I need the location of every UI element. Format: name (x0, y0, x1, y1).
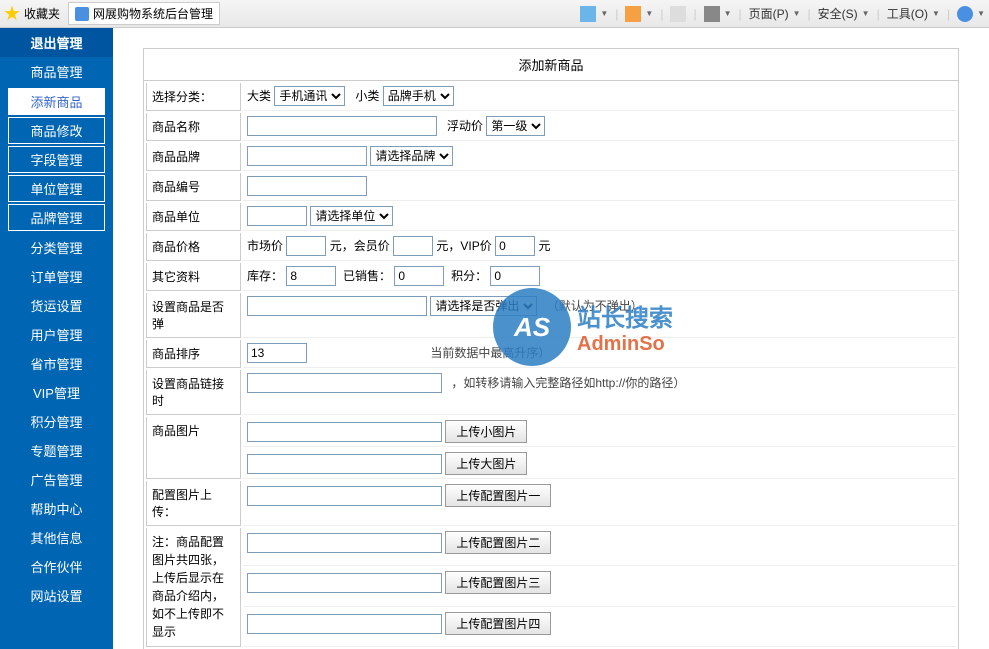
sidebar-item-8[interactable]: 订单管理 (0, 262, 113, 291)
input-market-price[interactable] (286, 236, 326, 256)
sidebar-item-10[interactable]: 用户管理 (0, 320, 113, 349)
input-code[interactable] (247, 176, 367, 196)
label-code: 商品编号 (146, 173, 241, 201)
label-price: 商品价格 (146, 233, 241, 261)
label-category: 选择分类： (146, 83, 241, 111)
sidebar-item-11[interactable]: 省市管理 (0, 349, 113, 378)
sidebar-item-7[interactable]: 分类管理 (0, 233, 113, 262)
sidebar-item-15[interactable]: 广告管理 (0, 465, 113, 494)
rss-icon[interactable] (625, 6, 641, 22)
sidebar: 退出管理商品管理添新商品商品修改字段管理单位管理品牌管理分类管理订单管理货运设置… (0, 28, 113, 649)
sidebar-item-3[interactable]: 商品修改 (8, 117, 105, 144)
upload-big-button[interactable]: 上传大图片 (445, 452, 527, 475)
upload-small-button[interactable]: 上传小图片 (445, 420, 527, 443)
toolbar-right: ▼ | ▼ | | ▼ | 页面(P)▼ | 安全(S)▼ | 工具(O)▼ |… (580, 5, 985, 22)
browser-toolbar: 收藏夹 网展购物系统后台管理 ▼ | ▼ | | ▼ | 页面(P)▼ | 安全… (0, 0, 989, 28)
sidebar-item-4[interactable]: 字段管理 (8, 146, 105, 173)
browser-tab[interactable]: 网展购物系统后台管理 (68, 2, 220, 25)
favorites-star-icon (4, 6, 20, 22)
sidebar-item-0[interactable]: 退出管理 (0, 28, 113, 57)
select-float-price[interactable]: 第一级 (486, 116, 545, 136)
sidebar-item-17[interactable]: 其他信息 (0, 523, 113, 552)
input-points[interactable] (490, 266, 540, 286)
menu-page[interactable]: 页面(P) (749, 5, 789, 22)
sidebar-item-12[interactable]: VIP管理 (0, 378, 113, 407)
select-big-category[interactable]: 手机通讯 (274, 86, 345, 106)
input-product-name[interactable] (247, 116, 437, 136)
favorites-label[interactable]: 收藏夹 (24, 5, 60, 22)
upload-cfg2-button[interactable]: 上传配置图片二 (445, 531, 551, 554)
input-popup[interactable] (247, 296, 427, 316)
input-cfg1[interactable] (247, 486, 442, 506)
label-image: 商品图片 (146, 417, 241, 479)
panel-title: 添加新商品 (144, 49, 958, 81)
upload-cfg4-button[interactable]: 上传配置图片四 (445, 612, 551, 635)
label-config-img: 配置图片上传： (146, 481, 241, 526)
upload-cfg1-button[interactable]: 上传配置图片一 (445, 484, 551, 507)
input-sort[interactable] (247, 343, 307, 363)
upload-cfg3-button[interactable]: 上传配置图片三 (445, 571, 551, 594)
label-link: 设置商品链接时 (146, 370, 241, 415)
sidebar-item-6[interactable]: 品牌管理 (8, 204, 105, 231)
menu-tools[interactable]: 工具(O) (887, 5, 928, 22)
print-icon[interactable] (704, 6, 720, 22)
label-brand: 商品品牌 (146, 143, 241, 171)
sidebar-item-13[interactable]: 积分管理 (0, 407, 113, 436)
sidebar-item-5[interactable]: 单位管理 (8, 175, 105, 202)
input-cfg4[interactable] (247, 614, 442, 634)
input-unit[interactable] (247, 206, 307, 226)
input-cfg3[interactable] (247, 573, 442, 593)
sidebar-item-16[interactable]: 帮助中心 (0, 494, 113, 523)
content-area: 添加新商品 选择分类： 大类 手机通讯 小类 品牌手机 商品名称 浮动价 (113, 28, 989, 649)
input-member-price[interactable] (393, 236, 433, 256)
select-popup[interactable]: 请选择是否弹出 (430, 296, 537, 316)
page-title: 网展购物系统后台管理 (93, 5, 213, 22)
select-unit[interactable]: 请选择单位 (310, 206, 393, 226)
sidebar-item-9[interactable]: 货运设置 (0, 291, 113, 320)
input-big-image[interactable] (247, 454, 442, 474)
menu-safety[interactable]: 安全(S) (818, 5, 858, 22)
label-other: 其它资料 (146, 263, 241, 291)
sidebar-item-18[interactable]: 合作伙伴 (0, 552, 113, 581)
input-brand[interactable] (247, 146, 367, 166)
label-popup: 设置商品是否弹 (146, 293, 241, 338)
select-brand[interactable]: 请选择品牌 (370, 146, 453, 166)
input-link[interactable] (247, 373, 442, 393)
home-icon[interactable] (580, 6, 596, 22)
select-small-category[interactable]: 品牌手机 (383, 86, 454, 106)
input-cfg2[interactable] (247, 533, 442, 553)
sidebar-item-14[interactable]: 专题管理 (0, 436, 113, 465)
sidebar-item-2[interactable]: 添新商品 (8, 88, 105, 115)
sidebar-item-1[interactable]: 商品管理 (0, 57, 113, 86)
input-small-image[interactable] (247, 422, 442, 442)
label-note: 注：商品配置图片共四张，上传后显示在商品介绍内，如不上传即不显示 (146, 528, 241, 647)
input-sold[interactable] (394, 266, 444, 286)
help-icon[interactable] (957, 6, 973, 22)
input-vip-price[interactable] (495, 236, 535, 256)
label-unit: 商品单位 (146, 203, 241, 231)
mail-icon[interactable] (670, 6, 686, 22)
page-icon (75, 7, 89, 21)
sidebar-item-19[interactable]: 网站设置 (0, 581, 113, 610)
label-name: 商品名称 (146, 113, 241, 141)
label-sort: 商品排序 (146, 340, 241, 368)
input-stock[interactable] (286, 266, 336, 286)
